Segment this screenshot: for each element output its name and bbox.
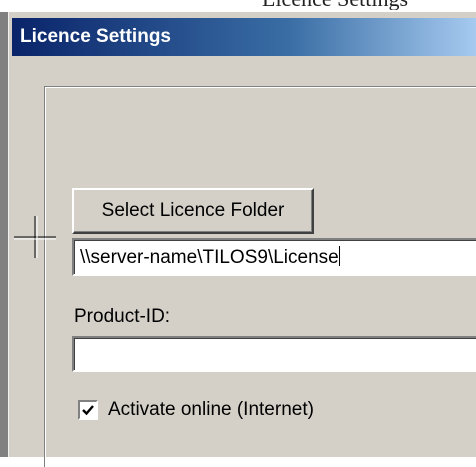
window-title: Licence Settings [20,26,171,47]
activate-online-label[interactable]: Activate online (Internet) [108,399,314,421]
licence-folder-path-field[interactable]: \\server-name\TILOS9\License [72,238,476,276]
window-left-border [0,12,8,457]
product-id-label: Product-ID: [74,306,171,327]
crosshair-cursor-icon [14,216,56,258]
activate-online-checkbox[interactable] [78,400,98,420]
checkmark-icon [82,405,94,416]
page-title-fragment: Licence Settings [262,0,408,10]
select-licence-folder-button[interactable]: Select Licence Folder [72,188,314,234]
text-caret [338,246,340,266]
product-id-field[interactable] [72,336,476,372]
licence-folder-path-value: \\server-name\TILOS9\License [80,246,340,268]
title-bar[interactable]: Licence Settings [12,18,476,56]
